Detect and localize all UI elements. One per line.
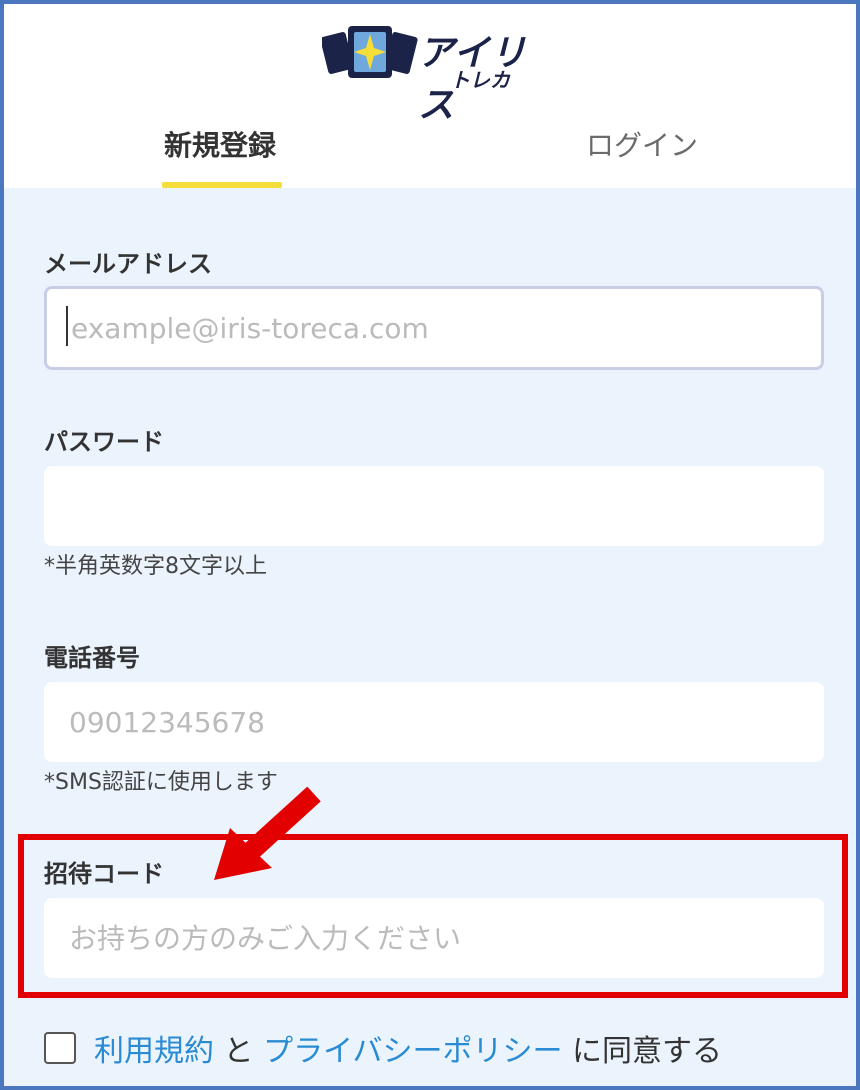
terms-link[interactable]: 利用規約 [94,1034,214,1069]
agreement-text: 利用規約 と プライバシーポリシー に同意する [94,1026,722,1070]
red-arrow-icon [214,786,321,880]
text-caret [66,306,68,346]
phone-field[interactable] [44,682,824,762]
invite-code-label: 招待コード [44,860,164,888]
agree-checkbox[interactable] [44,1032,76,1064]
brand-logo: アイリス トレカ [322,18,552,126]
phone-label: 電話番号 [44,644,140,672]
screenshot-frame: アイリス トレカ 新規登録 ログイン メールアドレス パスワード *半角英数字8… [0,0,860,1090]
password-field[interactable] [44,466,824,546]
agreement-connector: と [223,1034,254,1069]
cards-logo-icon [322,26,418,78]
auth-tabs: 新規登録 ログイン [4,104,856,188]
email-label: メールアドレス [44,250,212,278]
password-label: パスワード [44,428,164,456]
agreement-suffix: に同意する [572,1034,723,1069]
privacy-policy-link[interactable]: プライバシーポリシー [263,1034,562,1069]
tab-signup[interactable]: 新規登録 [164,124,276,164]
brand-subtitle: トレカ [450,68,510,92]
tab-login[interactable]: ログイン [586,124,698,164]
email-field[interactable] [44,286,824,370]
invite-code-field[interactable] [44,898,824,978]
password-hint: *半角英数字8文字以上 [44,554,267,579]
